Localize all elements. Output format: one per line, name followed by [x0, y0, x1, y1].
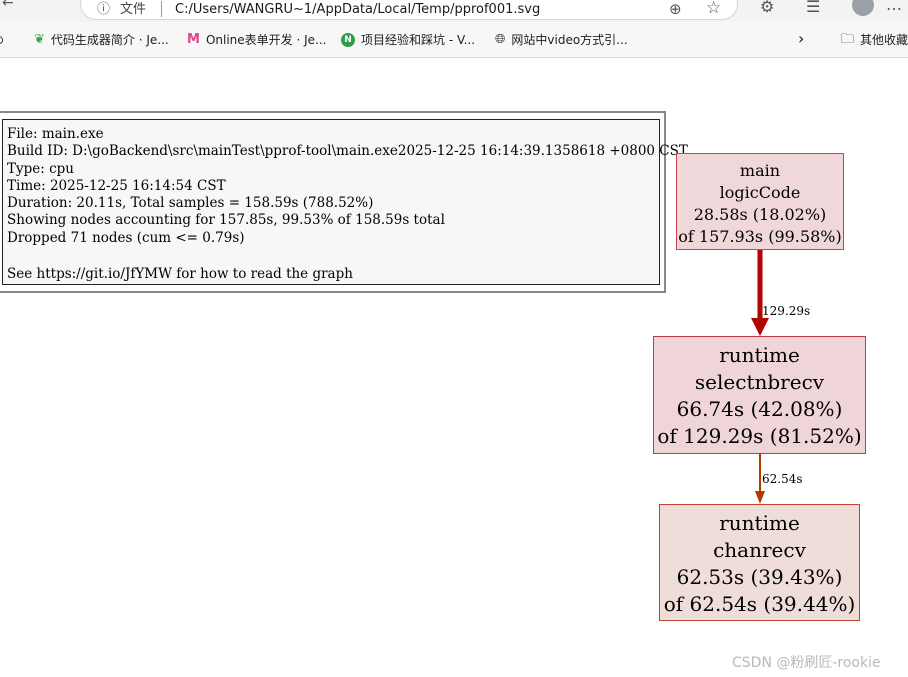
node-function: chanrecv [713, 538, 806, 562]
watermark: CSDN @粉刷匠-rookie [732, 655, 881, 671]
edge-label: 129.29s [762, 304, 811, 318]
node-package: runtime [719, 343, 800, 367]
edge-arrowhead [751, 318, 769, 336]
node-flat: 28.58s (18.02%) [693, 205, 827, 224]
node-flat: 62.53s (39.43%) [676, 565, 843, 589]
node-cum: of 157.93s (99.58%) [678, 227, 842, 246]
graph-node-logiccode[interactable]: main logicCode 28.58s (18.02%) of 157.93… [676, 153, 844, 250]
graph-node-chanrecv[interactable]: runtime chanrecv 62.53s (39.43%) of 62.5… [659, 504, 860, 621]
node-flat: 66.74s (42.08%) [676, 397, 843, 421]
node-cum: of 129.29s (81.52%) [657, 424, 862, 448]
node-function: selectnbrecv [694, 370, 825, 394]
node-function: logicCode [719, 183, 801, 202]
node-package: runtime [719, 511, 800, 535]
graph-node-selectnbrecv[interactable]: runtime selectnbrecv 66.74s (42.08%) of … [653, 336, 866, 454]
edge-arrowhead [755, 491, 765, 504]
edge-label: 62.54s [762, 472, 803, 486]
node-package: main [739, 161, 781, 180]
node-cum: of 62.54s (39.44%) [663, 592, 856, 616]
